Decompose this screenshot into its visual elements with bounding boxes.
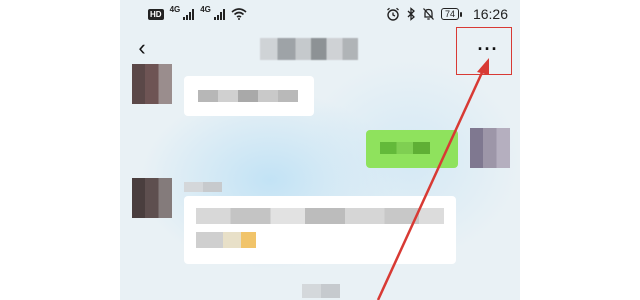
annotation-arrow — [376, 58, 489, 300]
